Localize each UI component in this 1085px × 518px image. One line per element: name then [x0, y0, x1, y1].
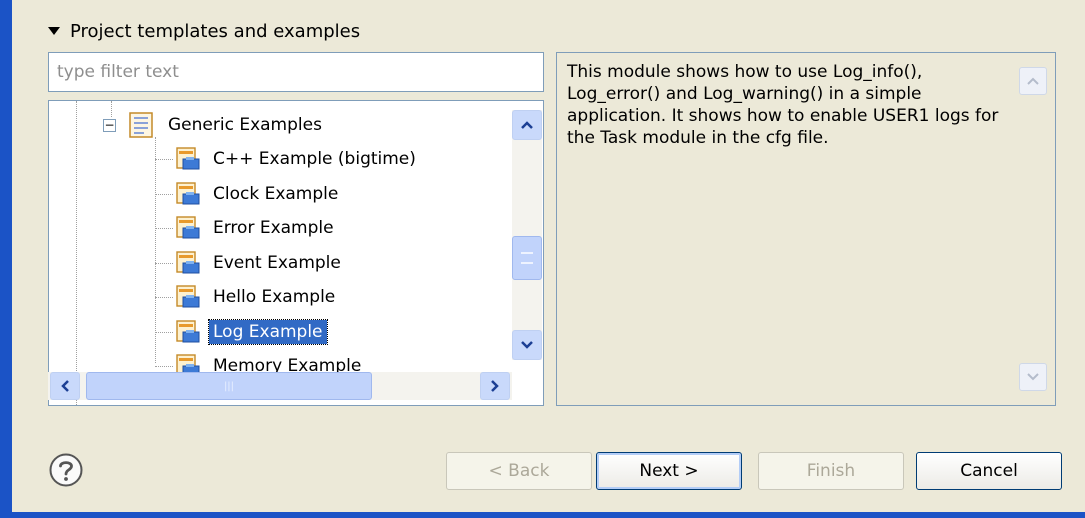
chevron-up-icon: [1027, 77, 1039, 85]
example-project-icon: [176, 285, 200, 308]
description-text: This module shows how to use Log_info(),…: [567, 62, 999, 148]
description-panel: This module shows how to use Log_info(),…: [556, 52, 1056, 406]
tree-item[interactable]: Hello Example: [175, 280, 339, 314]
chevron-right-icon: [491, 380, 499, 392]
collapse-toggle-icon[interactable]: −: [103, 118, 116, 132]
tree-line: [155, 262, 173, 264]
scroll-down-button[interactable]: [512, 330, 542, 360]
tree-line: [155, 297, 173, 298]
scroll-thumb-horizontal[interactable]: |||: [86, 372, 372, 400]
finish-button[interactable]: Finish: [758, 452, 904, 490]
tree-line: [155, 193, 173, 195]
tree-line: [155, 366, 173, 367]
collapse-triangle-icon[interactable]: [48, 27, 60, 35]
window-border-left: [0, 0, 12, 518]
tree-line: [155, 137, 156, 363]
section-header[interactable]: Project templates and examples: [48, 18, 360, 44]
tree-line: [76, 101, 77, 405]
back-button[interactable]: < Back: [446, 452, 592, 490]
tree-item-label: Event Example: [213, 252, 341, 273]
examples-tree[interactable]: − Generic Examples C++ Example (bigtime)…: [48, 100, 544, 406]
description-scrollbar[interactable]: [1019, 61, 1049, 393]
example-project-icon: [176, 216, 200, 239]
tree-item[interactable]: Log Example: [175, 315, 328, 349]
tree-horizontal-scrollbar[interactable]: |||: [48, 372, 512, 400]
next-button[interactable]: Next >: [596, 452, 742, 490]
tree-item-label: Error Example: [213, 218, 334, 238]
tree-item-label: Log Example: [208, 318, 328, 345]
filter-input[interactable]: [48, 52, 544, 92]
tree-item-label: Clock Example: [213, 183, 339, 204]
help-icon[interactable]: [48, 452, 84, 488]
chevron-down-icon: [521, 341, 533, 349]
window-border-bottom: [12, 512, 1085, 518]
tree-item-label: Hello Example: [213, 287, 336, 307]
description-scroll-up-button[interactable]: [1019, 67, 1047, 95]
tree-line: [155, 331, 173, 333]
folder-list-icon: [129, 112, 153, 138]
example-project-icon: [176, 181, 200, 204]
tree-item[interactable]: Event Example: [175, 246, 345, 280]
example-project-icon: [176, 147, 200, 170]
description-scroll-down-button[interactable]: [1019, 363, 1047, 391]
scroll-up-button[interactable]: [512, 110, 542, 140]
scroll-thumb[interactable]: [512, 236, 542, 280]
tree-item-label: C++ Example (bigtime): [213, 149, 416, 169]
example-project-icon: [176, 250, 200, 273]
chevron-left-icon: [61, 380, 69, 392]
tree-vertical-scrollbar[interactable]: [512, 110, 542, 360]
tree-item[interactable]: C++ Example (bigtime): [175, 142, 420, 176]
tree-item[interactable]: Error Example: [175, 211, 338, 245]
tree-line: [155, 159, 173, 160]
chevron-down-icon: [1027, 373, 1039, 381]
chevron-up-icon: [521, 121, 533, 129]
tree-line: [155, 228, 173, 229]
tree-item[interactable]: Clock Example: [175, 177, 342, 211]
scroll-left-button[interactable]: [50, 372, 80, 400]
tree-group-label: Generic Examples: [168, 115, 322, 135]
scroll-right-button[interactable]: [480, 372, 510, 400]
example-project-icon: [176, 319, 200, 342]
tree-group-generic-examples[interactable]: − Generic Examples: [103, 108, 326, 142]
section-title: Project templates and examples: [70, 20, 361, 42]
cancel-button[interactable]: Cancel: [916, 452, 1062, 490]
